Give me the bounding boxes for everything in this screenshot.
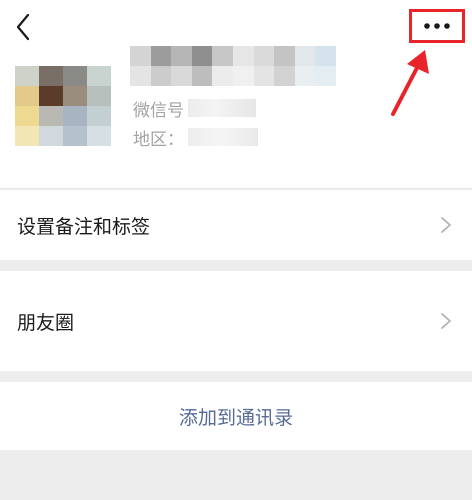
wechat-id-label: 微信号 [133, 100, 184, 121]
contact-profile-page: 微信号 地区： 设置备注和标签 朋友圈 添加到通讯录 [0, 0, 472, 500]
region-mosaic [188, 128, 258, 146]
nickname-mosaic [130, 46, 336, 86]
more-dots-icon [424, 23, 450, 29]
chevron-left-icon [16, 13, 30, 41]
moments-row[interactable]: 朋友圈 [0, 271, 472, 371]
back-button[interactable] [10, 10, 40, 44]
divider [0, 188, 472, 189]
annotation-arrow-icon [391, 50, 429, 116]
profile-header: 微信号 地区： [0, 0, 472, 189]
avatar[interactable] [15, 66, 111, 146]
wechat-id-mosaic [188, 99, 256, 117]
moments-label: 朋友圈 [17, 311, 75, 334]
chevron-right-icon [441, 313, 451, 329]
region-label: 地区： [133, 129, 184, 150]
chevron-right-icon [441, 217, 451, 233]
add-to-contacts-label: 添加到通讯录 [178, 406, 293, 429]
more-options-button[interactable] [409, 9, 465, 43]
region-line: 地区： [133, 125, 258, 150]
wechat-id-line: 微信号 [133, 96, 256, 121]
set-remark-tags-row[interactable]: 设置备注和标签 [0, 190, 472, 260]
set-remark-tags-label: 设置备注和标签 [17, 215, 151, 238]
add-to-contacts-button[interactable]: 添加到通讯录 [0, 382, 472, 450]
